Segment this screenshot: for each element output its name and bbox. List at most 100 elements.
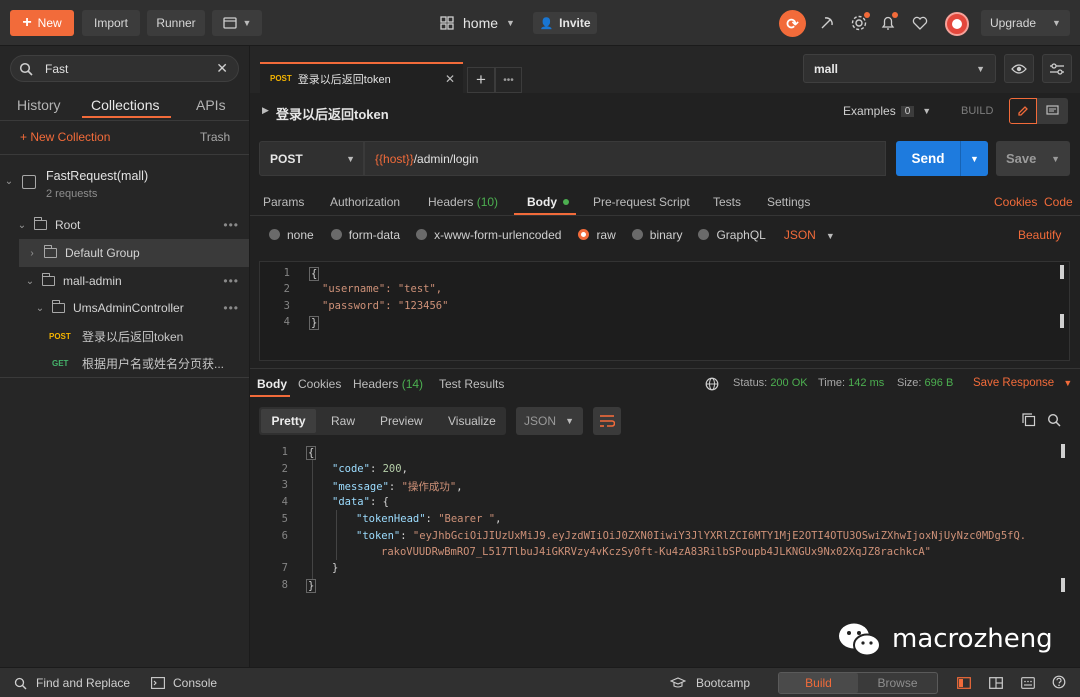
radio-form-data[interactable]: form-data xyxy=(330,228,400,242)
settings-button[interactable] xyxy=(850,12,870,32)
view-preview[interactable]: Preview xyxy=(380,414,423,428)
notification-dot xyxy=(864,12,870,18)
request-body-editor[interactable]: 1 2 3 4 { "username": "test", "password"… xyxy=(259,261,1070,361)
response-tab-headers[interactable]: Headers (14) xyxy=(353,377,423,391)
tab-pre-request-script[interactable]: Pre-request Script xyxy=(593,195,690,209)
scrollbar[interactable] xyxy=(1060,314,1064,328)
console-button[interactable]: Console xyxy=(151,676,217,690)
clear-icon[interactable]: ✕ xyxy=(216,60,228,77)
response-time: Time: 142 ms xyxy=(818,377,884,389)
scrollbar[interactable] xyxy=(1060,265,1064,279)
avatar[interactable] xyxy=(945,12,969,36)
view-raw[interactable]: Raw xyxy=(331,414,355,428)
tab-authorization[interactable]: Authorization xyxy=(330,195,400,209)
request-item-login[interactable]: POST 登录以后返回token xyxy=(0,322,249,350)
tab-tests[interactable]: Tests xyxy=(713,195,741,209)
close-icon[interactable]: ✕ xyxy=(445,72,455,86)
search-input[interactable]: Fast xyxy=(45,62,68,76)
more-icon[interactable]: ••• xyxy=(223,274,239,288)
scrollbar[interactable] xyxy=(1061,444,1065,458)
beautify-link[interactable]: Beautify xyxy=(1018,228,1061,242)
sync-button[interactable]: ⟳ xyxy=(779,10,806,37)
tab-headers[interactable]: Headers (10) xyxy=(428,195,498,209)
save-response-button[interactable]: Save Response ▼ xyxy=(973,377,1072,389)
runner-button[interactable]: Runner xyxy=(147,10,205,36)
build-mode-button[interactable]: Build xyxy=(779,673,858,693)
radio-x-www-form-urlencoded[interactable]: x-www-form-urlencoded xyxy=(416,228,561,242)
send-button[interactable]: Send xyxy=(896,141,960,176)
copy-icon[interactable] xyxy=(1022,413,1036,427)
tab-params[interactable]: Params xyxy=(263,195,304,209)
trash-link[interactable]: Trash xyxy=(200,130,230,144)
request-title[interactable]: 登录以后返回token xyxy=(276,104,389,123)
bootcamp-button[interactable]: Bootcamp xyxy=(670,676,750,690)
send-options-button[interactable]: ▼ xyxy=(960,141,988,176)
find-replace-button[interactable]: Find and Replace xyxy=(14,676,130,690)
view-pretty[interactable]: Pretty xyxy=(261,409,316,433)
upgrade-button[interactable]: Upgrade ▼ xyxy=(981,10,1070,36)
examples-dropdown[interactable]: Examples 0 ▼ xyxy=(843,104,931,118)
chevron-down-icon: ▼ xyxy=(922,106,932,116)
new-window-button[interactable]: ▼ xyxy=(212,10,262,36)
request-item-list[interactable]: GET 根据用户名或姓名分页获... xyxy=(0,349,249,377)
new-collection-link[interactable]: + New Collection xyxy=(20,130,110,144)
folder-icon xyxy=(42,273,55,286)
response-format-select[interactable]: JSON ▼ xyxy=(516,407,583,435)
new-button[interactable]: + New xyxy=(10,10,74,36)
radio-graphql[interactable]: GraphQL xyxy=(698,228,766,242)
request-tab[interactable]: POST 登录以后返回token ✕ xyxy=(260,62,463,93)
search-icon[interactable] xyxy=(1047,413,1061,427)
layout-icon[interactable] xyxy=(989,677,1003,689)
workspace-switcher[interactable]: home ▼ xyxy=(440,13,515,33)
more-icon[interactable]: ••• xyxy=(223,218,239,232)
folder-mall-admin[interactable]: ⌄ mall-admin ••• xyxy=(0,267,249,295)
response-tab-body[interactable]: Body xyxy=(257,377,287,391)
scrollbar[interactable] xyxy=(1061,578,1065,592)
tab-options-button[interactable]: ••• xyxy=(495,67,522,93)
collection-item[interactable]: ⌄ FastRequest(mall) 2 requests xyxy=(0,157,249,209)
environment-quick-look-button[interactable] xyxy=(1004,54,1034,83)
radio-none[interactable]: none xyxy=(269,228,314,242)
method-select[interactable]: POST ▼ xyxy=(259,141,364,176)
comments-button[interactable] xyxy=(1037,98,1068,124)
manage-environments-button[interactable] xyxy=(1042,54,1072,83)
notifications-button[interactable] xyxy=(879,12,898,32)
url-input[interactable]: {{host}} /admin/login xyxy=(364,141,886,176)
favorites-button[interactable] xyxy=(911,14,929,32)
radio-raw[interactable]: raw xyxy=(578,228,616,242)
chevron-right-icon[interactable]: ▶ xyxy=(262,105,269,116)
folder-ums-admin-controller[interactable]: ⌄ UmsAdminController ••• xyxy=(0,294,249,322)
edit-button[interactable] xyxy=(1009,98,1037,124)
radio-binary[interactable]: binary xyxy=(631,228,682,242)
browse-mode-button[interactable]: Browse xyxy=(858,673,937,693)
folder-root[interactable]: ⌄ Root ••• xyxy=(0,211,249,239)
cookies-link[interactable]: Cookies xyxy=(994,195,1037,209)
tab-body[interactable]: Body xyxy=(527,195,570,209)
wrap-lines-button[interactable] xyxy=(593,407,621,435)
folder-default-group[interactable]: › Default Group xyxy=(19,239,249,267)
keyboard-icon[interactable] xyxy=(1021,677,1035,689)
chevron-down-icon: ▼ xyxy=(565,416,574,426)
tab-apis[interactable]: APIs xyxy=(196,97,226,113)
environment-select[interactable]: mall ▼ xyxy=(803,54,996,83)
response-tab-test-results[interactable]: Test Results xyxy=(439,377,504,391)
response-tab-cookies[interactable]: Cookies xyxy=(298,377,341,391)
tab-settings[interactable]: Settings xyxy=(767,195,810,209)
body-type-group: none form-data x-www-form-urlencoded raw… xyxy=(269,228,835,242)
help-icon[interactable] xyxy=(1052,675,1066,689)
view-visualize[interactable]: Visualize xyxy=(448,414,496,428)
invite-button[interactable]: 👤 Invite xyxy=(533,12,597,34)
save-button[interactable]: Save ▼ xyxy=(996,141,1070,176)
tab-history[interactable]: History xyxy=(17,97,61,113)
interceptor-button[interactable] xyxy=(818,14,836,32)
two-pane-icon[interactable] xyxy=(957,677,971,689)
import-button[interactable]: Import xyxy=(82,10,140,36)
search-box[interactable]: Fast ✕ xyxy=(10,55,239,82)
globe-icon[interactable] xyxy=(705,377,719,391)
body-format-select[interactable]: JSON ▼ xyxy=(784,228,835,242)
code-link[interactable]: Code xyxy=(1044,195,1073,209)
tab-collections[interactable]: Collections xyxy=(91,97,159,113)
new-tab-button[interactable]: + xyxy=(467,67,495,93)
method-badge-get: GET xyxy=(52,358,69,368)
more-icon[interactable]: ••• xyxy=(223,301,239,315)
